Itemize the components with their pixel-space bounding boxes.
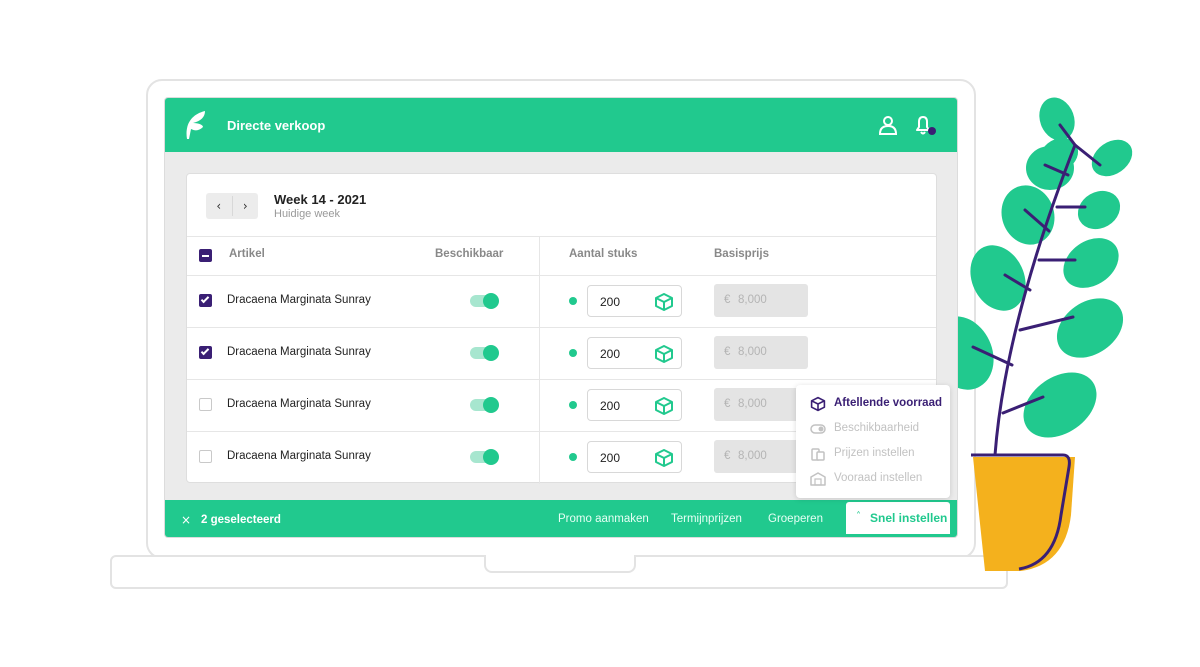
status-dot [569,401,577,409]
row-checkbox[interactable] [199,450,212,463]
currency-symbol: € [724,450,731,462]
bell-icon[interactable] [913,114,939,138]
availability-toggle[interactable] [470,345,499,361]
price-field: € 8,000 [714,336,808,369]
product-name: Dracaena Marginata Sunray [227,450,371,462]
quantity-input[interactable]: 200 [587,337,682,369]
availability-toggle[interactable] [470,449,499,465]
quantity-input[interactable]: 200 [587,441,682,473]
price-value: 8,000 [738,294,767,306]
term-prices-button[interactable]: Termijnprijzen [671,513,742,525]
column-header-aantal[interactable]: Aantal stuks [569,248,637,260]
quantity-input[interactable]: 200 [587,285,682,317]
quantity-value: 200 [600,295,621,309]
row-checkbox[interactable] [199,398,212,411]
quantity-input[interactable]: 200 [587,389,682,421]
divider [187,379,936,380]
quantity-value: 200 [600,399,621,413]
week-subtitle: Huidige week [274,208,341,220]
column-header-beschikbaar[interactable]: Beschikbaar [435,248,503,260]
group-button[interactable]: Groeperen [768,513,823,525]
row-checkbox[interactable] [199,294,212,307]
quick-settings-menu: Aftellende voorraad Beschikbaarheid Prij… [796,385,950,498]
product-name: Dracaena Marginata Sunray [227,346,371,358]
plant-illustration [930,97,1133,571]
menu-item-label: Vooraad instellen [834,472,923,484]
row-checkbox[interactable] [199,346,212,359]
chevron-up-icon: ˄ [856,511,861,522]
menu-item-availability[interactable]: Beschikbaarheid [796,418,950,440]
price-value: 8,000 [738,450,767,462]
next-week-button[interactable]: › [233,193,259,219]
prev-week-button[interactable]: ‹ [206,193,232,219]
availability-toggle[interactable] [470,293,499,309]
column-header-artikel[interactable]: Artikel [229,248,265,260]
top-bar: Directe verkoop [165,98,957,152]
column-header-basisprijs[interactable]: Basisprijs [714,248,769,260]
quantity-value: 200 [600,451,621,465]
menu-item-label: Beschikbaarheid [834,422,920,434]
status-dot [569,453,577,461]
app-title: Directe verkoop [227,118,326,133]
laptop-notch [484,555,636,573]
status-dot [569,297,577,305]
box-icon[interactable] [654,396,674,416]
select-all-checkbox[interactable] [199,249,212,262]
promo-button[interactable]: Promo aanmaken [558,513,649,525]
quick-settings-button[interactable]: ˄ Snel instellen [846,502,950,534]
week-navigator: ‹ › [206,193,258,219]
menu-item-set-stock[interactable]: Vooraad instellen [796,468,950,490]
price-value: 8,000 [738,346,767,358]
user-icon[interactable] [878,115,898,135]
price-field: € 8,000 [714,388,808,421]
selected-count: 2 geselecteerd [201,514,281,526]
week-title: Week 14 - 2021 [274,192,367,207]
menu-item-label: Aftellende voorraad [834,397,942,409]
currency-symbol: € [724,294,731,306]
coins-icon [811,448,825,461]
quick-settings-label: Snel instellen [870,511,948,525]
status-dot [569,349,577,357]
box-icon[interactable] [654,292,674,312]
menu-item-label: Prijzen instellen [834,447,915,459]
price-field: € 8,000 [714,440,808,473]
box-icon[interactable] [654,344,674,364]
box-icon[interactable] [654,448,674,468]
warehouse-icon [810,472,826,486]
divider [187,327,936,328]
quantity-value: 200 [600,347,621,361]
clear-selection-button[interactable]: × [181,513,191,527]
leaf-logo-icon [186,111,205,139]
product-name: Dracaena Marginata Sunray [227,294,371,306]
price-field: € 8,000 [714,284,808,317]
currency-symbol: € [724,398,731,410]
price-value: 8,000 [738,398,767,410]
box-icon [810,396,826,412]
availability-toggle[interactable] [470,397,499,413]
divider [187,275,936,276]
product-name: Dracaena Marginata Sunray [227,398,371,410]
divider [187,236,936,237]
menu-item-countdown-stock[interactable]: Aftellende voorraad [796,393,950,415]
menu-item-set-prices[interactable]: Prijzen instellen [796,443,950,465]
currency-symbol: € [724,346,731,358]
toggle-icon [810,424,826,434]
selection-bar: × 2 geselecteerd Promo aanmaken Termijnp… [165,500,957,537]
